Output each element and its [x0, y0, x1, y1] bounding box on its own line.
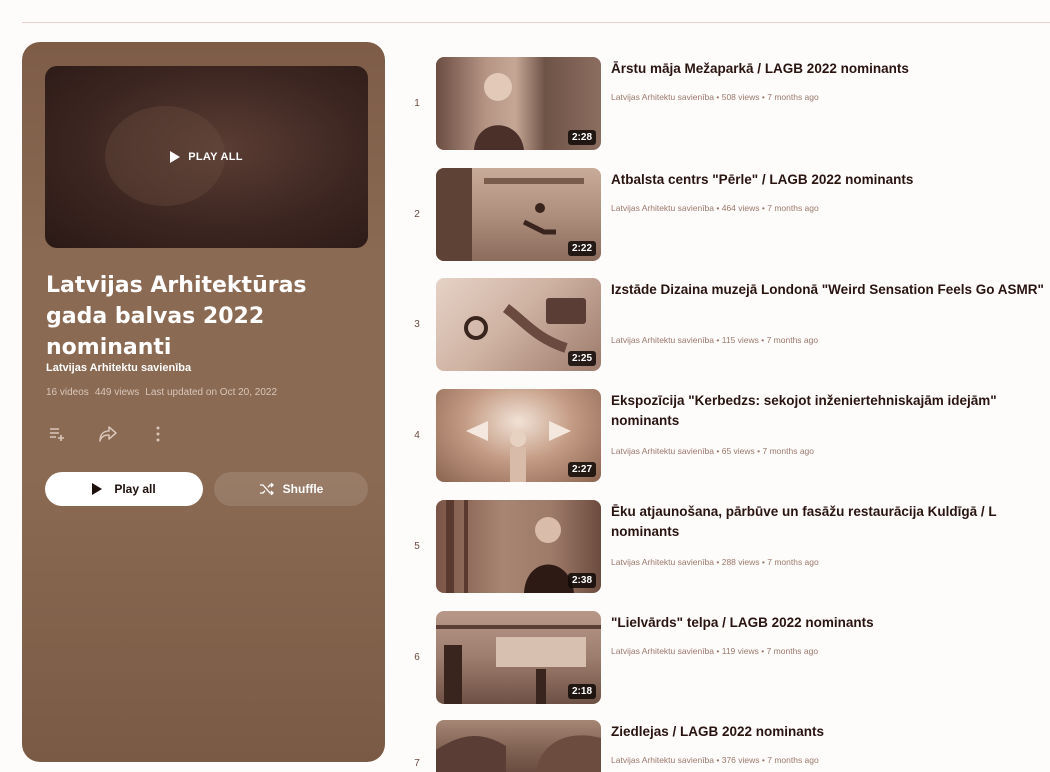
video-channel[interactable]: Latvijas Arhitektu savienība — [611, 446, 714, 456]
video-views: 508 views — [721, 92, 760, 102]
video-age: 7 months ago — [762, 446, 815, 456]
video-index: 2 — [414, 209, 420, 220]
video-index: 7 — [414, 758, 420, 769]
video-age: 7 months ago — [767, 203, 819, 213]
playlist-header-panel: PLAY ALL Latvijas Arhitektūras gada balv… — [22, 42, 385, 762]
play-icon — [170, 151, 181, 163]
video-duration: 2:27 — [567, 462, 596, 477]
video-duration: 2:18 — [567, 684, 596, 699]
video-duration: 2:22 — [567, 241, 596, 256]
video-channel[interactable]: Latvijas Arhitektu savienība — [611, 335, 714, 345]
playlist-views: 449 views — [94, 387, 140, 398]
play-all-button[interactable]: Play all — [45, 472, 203, 506]
video-meta: Latvijas Arhitektu savienība • 119 views… — [611, 646, 819, 656]
video-index: 6 — [414, 652, 420, 663]
video-item[interactable]: 1 2:28 Ārstu māja Mežaparkā / LAGB 2022 … — [406, 57, 1050, 153]
video-meta: Latvijas Arhitektu savienība • 65 views … — [611, 446, 815, 456]
video-age: 7 months ago — [766, 335, 819, 345]
save-to-library-icon[interactable] — [46, 422, 70, 446]
hero-play-all-overlay[interactable]: PLAY ALL — [170, 151, 243, 163]
video-channel[interactable]: Latvijas Arhitektu savienība — [611, 755, 714, 765]
video-views: 464 views — [721, 203, 760, 213]
video-title[interactable]: Ekspozīcija "Kerbedzs: sekojot inženiert… — [611, 391, 1050, 432]
shuffle-button[interactable]: Shuffle — [214, 472, 368, 506]
video-duration: 2:38 — [567, 573, 596, 588]
video-item[interactable]: 5 2:38 Ēku atjaunošana, pārbūve un fasāž… — [406, 500, 1050, 596]
shuffle-label: Shuffle — [282, 482, 324, 496]
video-age: 7 months ago — [767, 557, 819, 567]
video-age: 7 months ago — [766, 646, 819, 656]
video-thumbnail[interactable]: 2:38 — [436, 500, 601, 593]
video-views: 115 views — [721, 335, 759, 345]
playlist-hero-thumbnail[interactable]: PLAY ALL — [45, 66, 368, 248]
video-views: 65 views — [721, 446, 755, 456]
playlist-title: Latvijas Arhitektūras gada balvas 2022 n… — [46, 273, 307, 361]
video-index: 3 — [414, 319, 420, 330]
video-age: 7 months ago — [767, 92, 819, 102]
share-icon[interactable] — [96, 422, 120, 446]
video-title[interactable]: Ēku atjaunošana, pārbūve un fasāžu resta… — [611, 502, 1050, 543]
play-all-label: Play all — [114, 482, 156, 496]
video-title[interactable]: Izstāde Dizaina muzejā Londonā "Weird Se… — [611, 280, 1050, 300]
video-meta: Latvijas Arhitektu savienība • 508 views… — [611, 92, 819, 102]
video-meta: Latvijas Arhitektu savienība • 376 views… — [611, 755, 819, 765]
video-title[interactable]: "Lielvārds" telpa / LAGB 2022 nominants — [611, 613, 1050, 633]
video-thumbnail[interactable]: 2:25 — [436, 278, 601, 371]
video-views: 119 views — [721, 646, 759, 656]
video-item[interactable]: 7 Ziedlejas / LAGB 2022 nominants Latvij… — [406, 720, 1050, 772]
video-meta: Latvijas Arhitektu savienība • 288 views… — [611, 557, 819, 567]
video-duration: 2:28 — [567, 130, 596, 145]
video-item[interactable]: 3 2:25 Izstāde Dizaina muzejā Londonā "W… — [406, 278, 1050, 374]
video-views: 376 views — [721, 755, 760, 765]
more-options-icon[interactable] — [146, 422, 170, 446]
video-item[interactable]: 4 2:27 Ekspozīcija "Kerbedzs: sekojot in… — [406, 389, 1050, 485]
hero-play-all-label: PLAY ALL — [188, 151, 243, 163]
playlist-stats: 16 videos 449 views Last updated on Oct … — [46, 387, 277, 398]
video-duration: 2:25 — [567, 351, 596, 366]
video-meta: Latvijas Arhitektu savienība • 115 views… — [611, 335, 819, 345]
video-item[interactable]: 6 2:18 "Lielvārds" telpa / LAGB 2022 nom… — [406, 611, 1050, 707]
video-channel[interactable]: Latvijas Arhitektu savienība — [611, 92, 714, 102]
video-thumbnail[interactable]: 2:22 — [436, 168, 601, 261]
video-channel[interactable]: Latvijas Arhitektu savienība — [611, 646, 714, 656]
shuffle-icon — [259, 483, 274, 495]
video-meta: Latvijas Arhitektu savienība • 464 views… — [611, 203, 819, 213]
playlist-video-list: 1 2:28 Ārstu māja Mežaparkā / LAGB 2022 … — [406, 0, 1050, 772]
video-thumbnail[interactable]: 2:18 — [436, 611, 601, 704]
video-count: 16 videos — [46, 387, 89, 398]
video-channel[interactable]: Latvijas Arhitektu savienība — [611, 557, 714, 567]
video-thumbnail[interactable]: 2:27 — [436, 389, 601, 482]
video-item[interactable]: 2 2:22 Atbalsta centrs "Pērle" / LAGB 20… — [406, 168, 1050, 264]
play-icon — [92, 483, 103, 495]
video-title[interactable]: Ziedlejas / LAGB 2022 nominants — [611, 722, 1050, 742]
playlist-actions — [46, 422, 170, 446]
video-index: 1 — [414, 98, 420, 109]
last-updated: Last updated on Oct 20, 2022 — [145, 387, 278, 398]
video-age: 7 months ago — [767, 755, 819, 765]
video-index: 5 — [414, 541, 420, 552]
video-views: 288 views — [721, 557, 760, 567]
video-thumbnail[interactable]: 2:28 — [436, 57, 601, 150]
video-thumbnail[interactable] — [436, 720, 601, 772]
video-channel[interactable]: Latvijas Arhitektu savienība — [611, 203, 714, 213]
video-title[interactable]: Atbalsta centrs "Pērle" / LAGB 2022 nomi… — [611, 170, 1050, 190]
video-index: 4 — [414, 430, 420, 441]
playlist-owner[interactable]: Latvijas Arhitektu savienība — [46, 362, 191, 374]
video-title[interactable]: Ārstu māja Mežaparkā / LAGB 2022 nominan… — [611, 59, 1050, 79]
